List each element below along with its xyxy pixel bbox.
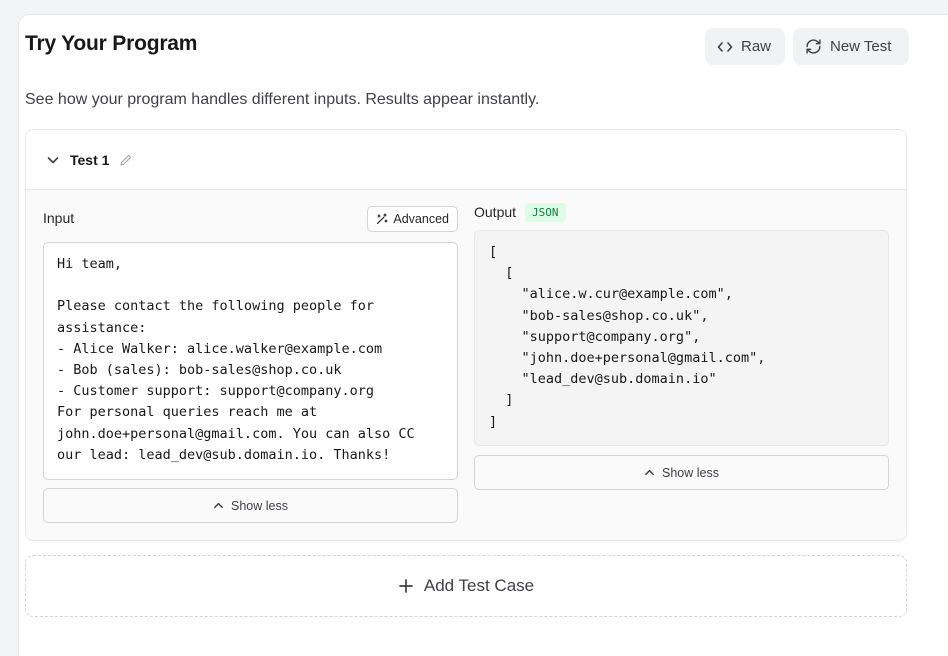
input-textarea[interactable]: Hi team, Please contact the following pe… [43, 242, 458, 480]
test-case-name: Test 1 [70, 151, 110, 168]
output-pane: Output JSON [ [ "alice.w.cur@example.com… [474, 200, 889, 490]
card-header: Try Your Program Raw New Test [25, 28, 909, 65]
raw-button-label: Raw [741, 38, 772, 55]
chevron-down-icon[interactable] [46, 153, 60, 167]
output-display: [ [ "alice.w.cur@example.com", "bob-sale… [474, 230, 889, 446]
input-show-less-button[interactable]: Show less [43, 488, 458, 523]
raw-button[interactable]: Raw [705, 28, 785, 65]
output-show-less-button[interactable]: Show less [474, 455, 889, 490]
chevron-up-icon [214, 502, 223, 509]
output-show-less-label: Show less [662, 465, 719, 480]
output-label: Output [474, 204, 517, 220]
page-title: Try Your Program [25, 32, 198, 55]
add-test-case-label: Add Test Case [423, 576, 535, 595]
output-format-badge: JSON [525, 202, 566, 222]
new-test-button-label: New Test [830, 38, 892, 55]
refresh-icon [806, 39, 821, 54]
pencil-icon[interactable] [119, 153, 133, 167]
new-test-button[interactable]: New Test [793, 28, 909, 65]
page-subtitle: See how your program handles different i… [25, 91, 540, 108]
test-case-panel: Test 1 Input Advanced Hi team, Please co… [25, 129, 907, 541]
plus-icon [399, 579, 413, 593]
output-label-row: Output JSON [474, 200, 889, 224]
input-pane: Input Advanced Hi team, Please contact t… [43, 206, 458, 523]
add-test-case-button[interactable]: Add Test Case [25, 555, 907, 617]
advanced-button[interactable]: Advanced [367, 206, 458, 232]
input-show-less-label: Show less [231, 498, 288, 513]
chevron-up-icon [645, 469, 654, 476]
advanced-button-label: Advanced [393, 212, 449, 226]
test-case-header[interactable]: Test 1 [26, 130, 906, 190]
magic-wand-icon [377, 213, 388, 225]
code-brackets-icon [717, 41, 733, 52]
